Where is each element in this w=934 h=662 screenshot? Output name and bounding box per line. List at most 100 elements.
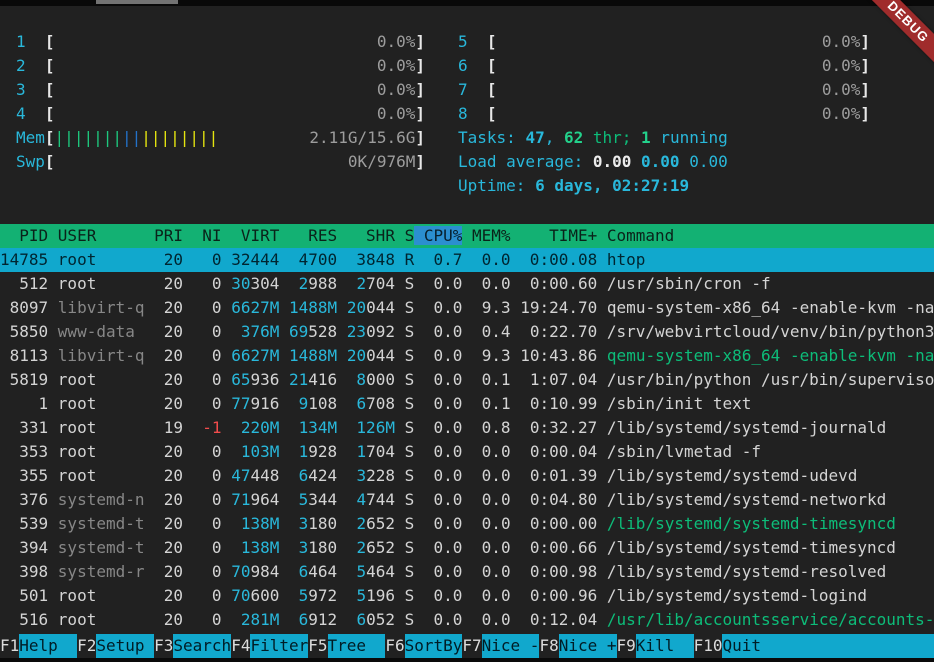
meter-open-bracket: [ xyxy=(45,54,55,78)
text-segment: 196 S 0.0 0.0 0:00.96 /lib/systemd/syste… xyxy=(366,586,867,605)
text-segment: /lib/systemd/systemd-timesyncd xyxy=(607,514,896,533)
text-segment: 21 xyxy=(289,370,308,389)
fn-f10-button[interactable]: Quit xyxy=(722,634,934,658)
text-segment: 3 xyxy=(299,538,309,557)
meter-close-bracket: ] xyxy=(415,102,425,126)
text-segment: 6 xyxy=(356,610,366,629)
process-row[interactable]: 331 root 19 -1 220M 134M 126M S 0.0 0.8 … xyxy=(0,416,934,440)
fn-f3-button[interactable]: Search xyxy=(173,634,231,658)
meter-track: 0.0% xyxy=(497,102,861,126)
process-row[interactable]: 353 root 20 0 103M 1928 1704 S 0.0 0.0 0… xyxy=(0,440,934,464)
meter-value: 0.0% xyxy=(822,54,861,78)
text-segment: systemd-t xyxy=(58,514,145,533)
window-drag-grip[interactable] xyxy=(96,0,178,4)
process-row[interactable]: 5850 www-data 20 0 376M 69528 23092 S 0.… xyxy=(0,320,934,344)
text-segment: 052 S 0.0 0.0 0:12.04 xyxy=(366,610,607,629)
text-segment: MEM% TIME+ Command xyxy=(462,226,674,245)
text-segment: 528 xyxy=(308,322,347,341)
text-segment: 180 xyxy=(308,538,356,557)
process-row[interactable]: 398 systemd-r 20 0 70984 6464 5464 S 0.0… xyxy=(0,560,934,584)
text-segment: 228 S 0.0 0.0 0:01.39 /lib/systemd/syste… xyxy=(366,466,857,485)
text-segment: 8097 xyxy=(0,298,58,317)
process-row[interactable]: 8097 libvirt-q 20 0 6627M 1488M 20044 S … xyxy=(0,296,934,320)
process-row[interactable]: 355 root 20 0 47448 6424 3228 S 0.0 0.0 … xyxy=(0,464,934,488)
text-segment: 5819 root 20 0 xyxy=(0,370,231,389)
meter-label: 1 xyxy=(16,30,45,54)
text-segment: 652 S 0.0 0.0 0:00.00 xyxy=(366,514,607,533)
text-segment: 20 xyxy=(347,298,366,317)
meter-value: 0.0% xyxy=(377,54,416,78)
text-segment: 9 xyxy=(299,394,309,413)
fn-f5-key: F5 xyxy=(308,634,327,658)
process-row[interactable]: 376 systemd-n 20 0 71964 5344 4744 S 0.0… xyxy=(0,488,934,512)
text-segment: systemd-n xyxy=(58,490,145,509)
text-segment: libvirt-q xyxy=(58,298,145,317)
process-row[interactable]: 1 root 20 0 77916 9108 6708 S 0.0 0.1 0:… xyxy=(0,392,934,416)
text-segment: 5 xyxy=(299,490,309,509)
text-segment: libvirt-q xyxy=(58,346,145,365)
text-segment: 394 xyxy=(0,538,58,557)
process-row[interactable]: 501 root 20 0 70600 5972 5196 S 0.0 0.0 … xyxy=(0,584,934,608)
meter-8: 8 [0.0%] xyxy=(458,102,870,126)
meter-mem: Mem[|||||||||||||||||2.11G/15.6G] xyxy=(16,126,425,150)
text-segment: 126M xyxy=(356,418,395,437)
text-segment: 8113 xyxy=(0,346,58,365)
meter-6: 6 [0.0%] xyxy=(458,54,870,78)
fn-f1-button[interactable]: Help xyxy=(19,634,77,658)
function-key-bar: F1Help F2Setup F3SearchF4FilterF5Tree F6… xyxy=(0,634,934,658)
fn-f5-button[interactable]: Tree xyxy=(328,634,386,658)
process-row[interactable]: 8113 libvirt-q 20 0 6627M 1488M 20044 S … xyxy=(0,344,934,368)
fn-f3-key: F3 xyxy=(154,634,173,658)
fn-f8-key: F8 xyxy=(539,634,558,658)
text-segment: 20 0 xyxy=(145,490,232,509)
fn-f2-button[interactable]: Setup xyxy=(96,634,154,658)
text-segment: S 0.0 0.8 0:32.27 /lib/systemd/systemd-j… xyxy=(395,418,886,437)
text-segment: 972 xyxy=(308,586,356,605)
sort-column-cpu[interactable]: CPU% xyxy=(414,226,462,245)
process-row[interactable]: 516 root 20 0 281M 6912 6052 S 0.0 0.0 0… xyxy=(0,608,934,632)
text-segment: 8 xyxy=(356,370,366,389)
debug-ribbon-wrap: DEBUG xyxy=(864,0,934,70)
text-segment: 0.00 xyxy=(641,152,689,171)
text-segment xyxy=(279,538,298,557)
text-segment xyxy=(279,298,289,317)
fn-f8-button[interactable]: Nice + xyxy=(559,634,617,658)
meter-value: 0.0% xyxy=(822,78,861,102)
text-segment: 69 xyxy=(289,322,308,341)
process-row[interactable]: 5819 root 20 0 65936 21416 8000 S 0.0 0.… xyxy=(0,368,934,392)
fn-f6-key: F6 xyxy=(385,634,404,658)
meter-label: 3 xyxy=(16,78,45,102)
table-header[interactable]: PID USER PRI NI VIRT RES SHR S CPU% MEM%… xyxy=(0,224,934,248)
text-segment: 704 S 0.0 0.0 0:00.04 /sbin/lvmetad -f xyxy=(366,442,761,461)
text-segment: 704 S 0.0 0.0 0:00.60 /usr/sbin/cron -f xyxy=(366,274,771,293)
text-segment: 6 xyxy=(299,466,309,485)
process-row[interactable]: 394 systemd-t 20 0 138M 3180 2652 S 0.0 … xyxy=(0,536,934,560)
meter-7: 7 [0.0%] xyxy=(458,78,870,102)
fn-f7-button[interactable]: Nice - xyxy=(482,634,540,658)
fn-f9-button[interactable]: Kill xyxy=(636,634,694,658)
meter-value: 2.11G/15.6G xyxy=(309,126,415,150)
text-segment: 912 xyxy=(308,610,356,629)
load-average-line: Load average: 0.00 0.00 0.00 xyxy=(458,150,870,174)
process-row-selected[interactable]: 14785 root 20 0 32444 4700 3848 R 0.7 0.… xyxy=(0,248,934,272)
fn-f4-button[interactable]: Filter xyxy=(250,634,308,658)
text-segment: 516 root 20 0 xyxy=(0,610,241,629)
meter-open-bracket: [ xyxy=(487,102,497,126)
text-segment: 376 xyxy=(0,490,58,509)
text-segment: 353 root 20 0 xyxy=(0,442,241,461)
process-row[interactable]: 539 systemd-t 20 0 138M 3180 2652 S 0.0 … xyxy=(0,512,934,536)
text-segment: 1 xyxy=(299,442,309,461)
text-segment: PID USER PRI NI VIRT RES SHR S xyxy=(0,226,414,245)
text-segment: 30 xyxy=(231,274,250,293)
meter-close-bracket: ] xyxy=(860,102,870,126)
meter-bar-yellow: |||||||| xyxy=(141,128,218,147)
meter-label: 4 xyxy=(16,102,45,126)
fn-f6-button[interactable]: SortBy xyxy=(405,634,463,658)
debug-ribbon: DEBUG xyxy=(864,0,934,70)
process-row[interactable]: 512 root 20 0 30304 2988 2704 S 0.0 0.0 … xyxy=(0,272,934,296)
text-segment xyxy=(337,298,347,317)
meter-value: 0K/976M xyxy=(348,150,415,174)
meter-label: 6 xyxy=(458,54,487,78)
text-segment: systemd-t xyxy=(58,538,145,557)
meter-close-bracket: ] xyxy=(415,126,425,150)
